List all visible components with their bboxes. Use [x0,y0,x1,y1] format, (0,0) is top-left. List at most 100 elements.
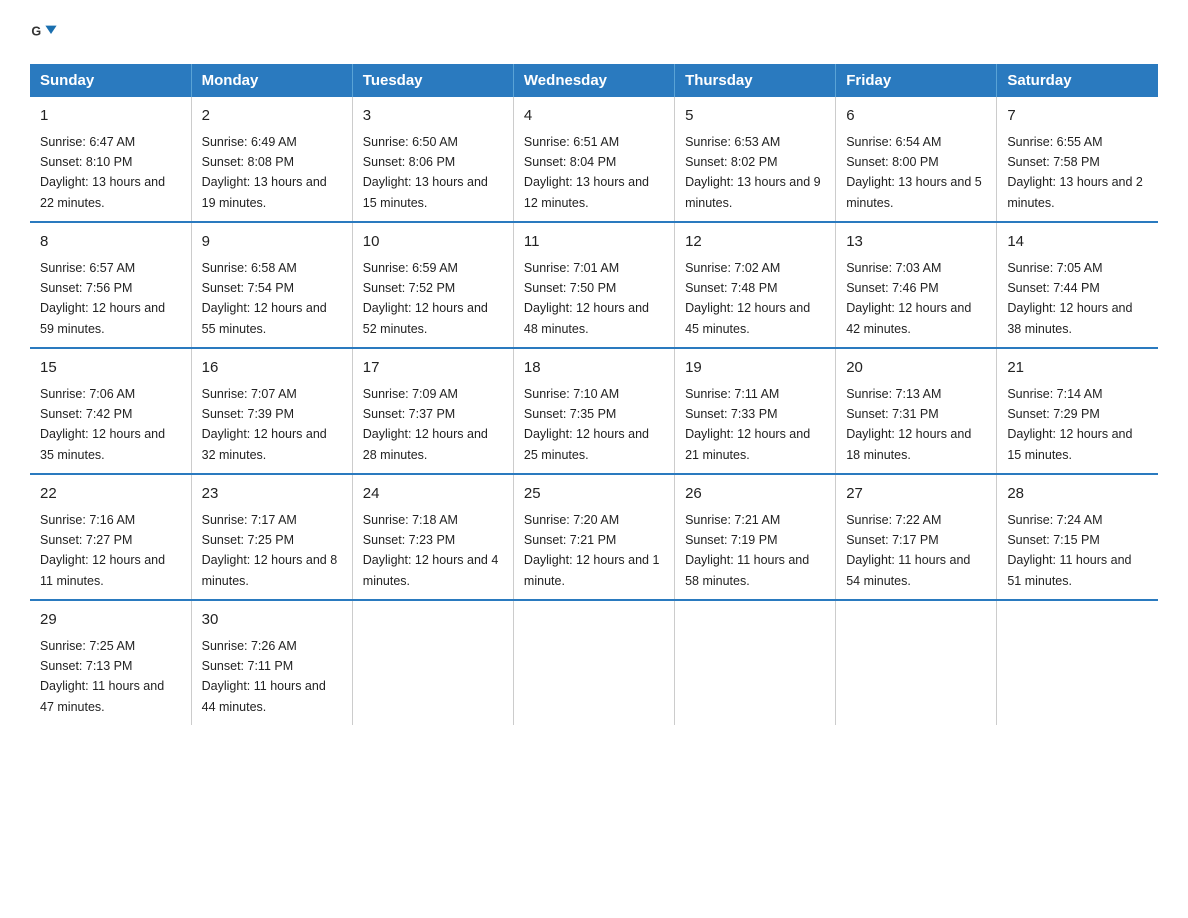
calendar-week-row: 1 Sunrise: 6:47 AMSunset: 8:10 PMDaylight… [30,97,1158,222]
calendar-cell: 2 Sunrise: 6:49 AMSunset: 8:08 PMDaylight… [191,97,352,222]
day-info: Sunrise: 6:53 AMSunset: 8:02 PMDaylight:… [685,135,821,210]
day-number: 3 [363,105,503,128]
day-number: 13 [846,231,986,254]
header-thursday: Thursday [675,64,836,97]
day-number: 26 [685,483,825,506]
day-info: Sunrise: 6:55 AMSunset: 7:58 PMDaylight:… [1007,135,1143,210]
calendar-cell [836,600,997,725]
calendar-cell [513,600,674,725]
header-sunday: Sunday [30,64,191,97]
calendar-cell: 3Sunrise: 6:50 AMSunset: 8:06 PMDaylight… [352,97,513,222]
calendar-cell: 30 Sunrise: 7:26 AMSunset: 7:11 PMDayligh… [191,600,352,725]
calendar-cell: 7 Sunrise: 6:55 AMSunset: 7:58 PMDaylight… [997,97,1158,222]
calendar-cell: 24 Sunrise: 7:18 AMSunset: 7:23 PMDayligh… [352,474,513,600]
calendar-cell: 1 Sunrise: 6:47 AMSunset: 8:10 PMDaylight… [30,97,191,222]
day-number: 9 [202,231,342,254]
day-number: 25 [524,483,664,506]
calendar-cell: 10 Sunrise: 6:59 AMSunset: 7:52 PMDayligh… [352,222,513,348]
day-info: Sunrise: 7:06 AMSunset: 7:42 PMDaylight:… [40,387,165,462]
header-monday: Monday [191,64,352,97]
calendar-table: SundayMondayTuesdayWednesdayThursdayFrid… [30,64,1158,725]
day-number: 29 [40,609,181,632]
calendar-cell: 5Sunrise: 6:53 AMSunset: 8:02 PMDaylight… [675,97,836,222]
day-number: 19 [685,357,825,380]
calendar-header-row: SundayMondayTuesdayWednesdayThursdayFrid… [30,64,1158,97]
calendar-cell: 4 Sunrise: 6:51 AMSunset: 8:04 PMDaylight… [513,97,674,222]
day-info: Sunrise: 6:59 AMSunset: 7:52 PMDaylight:… [363,261,488,336]
svg-text:G: G [31,24,41,38]
calendar-cell: 8 Sunrise: 6:57 AMSunset: 7:56 PMDaylight… [30,222,191,348]
day-number: 23 [202,483,342,506]
calendar-cell [352,600,513,725]
day-info: Sunrise: 7:13 AMSunset: 7:31 PMDaylight:… [846,387,971,462]
calendar-cell [997,600,1158,725]
calendar-cell: 25 Sunrise: 7:20 AMSunset: 7:21 PMDayligh… [513,474,674,600]
logo: G [30,20,62,48]
day-number: 2 [202,105,342,128]
calendar-cell: 16 Sunrise: 7:07 AMSunset: 7:39 PMDayligh… [191,348,352,474]
day-info: Sunrise: 6:49 AMSunset: 8:08 PMDaylight:… [202,135,327,210]
day-info: Sunrise: 7:24 AMSunset: 7:15 PMDaylight:… [1007,513,1131,588]
calendar-cell: 19 Sunrise: 7:11 AMSunset: 7:33 PMDayligh… [675,348,836,474]
header-wednesday: Wednesday [513,64,674,97]
day-info: Sunrise: 7:10 AMSunset: 7:35 PMDaylight:… [524,387,649,462]
calendar-cell: 12 Sunrise: 7:02 AMSunset: 7:48 PMDayligh… [675,222,836,348]
calendar-cell: 20 Sunrise: 7:13 AMSunset: 7:31 PMDayligh… [836,348,997,474]
day-info: Sunrise: 7:18 AMSunset: 7:23 PMDaylight:… [363,513,499,588]
day-info: Sunrise: 7:25 AMSunset: 7:13 PMDaylight:… [40,639,164,714]
day-info: Sunrise: 7:01 AMSunset: 7:50 PMDaylight:… [524,261,649,336]
day-info: Sunrise: 7:07 AMSunset: 7:39 PMDaylight:… [202,387,327,462]
day-info: Sunrise: 7:26 AMSunset: 7:11 PMDaylight:… [202,639,326,714]
day-info: Sunrise: 7:11 AMSunset: 7:33 PMDaylight:… [685,387,810,462]
calendar-cell: 22 Sunrise: 7:16 AMSunset: 7:27 PMDayligh… [30,474,191,600]
day-number: 24 [363,483,503,506]
calendar-cell: 28 Sunrise: 7:24 AMSunset: 7:15 PMDayligh… [997,474,1158,600]
day-number: 28 [1007,483,1148,506]
day-number: 30 [202,609,342,632]
calendar-cell: 13 Sunrise: 7:03 AMSunset: 7:46 PMDayligh… [836,222,997,348]
day-number: 14 [1007,231,1148,254]
day-info: Sunrise: 6:51 AMSunset: 8:04 PMDaylight:… [524,135,649,210]
day-number: 15 [40,357,181,380]
day-info: Sunrise: 7:22 AMSunset: 7:17 PMDaylight:… [846,513,970,588]
day-number: 4 [524,105,664,128]
page-header: G [30,20,1158,48]
calendar-cell: 17 Sunrise: 7:09 AMSunset: 7:37 PMDayligh… [352,348,513,474]
day-info: Sunrise: 6:57 AMSunset: 7:56 PMDaylight:… [40,261,165,336]
calendar-week-row: 15 Sunrise: 7:06 AMSunset: 7:42 PMDayligh… [30,348,1158,474]
logo-icon: G [30,20,58,48]
day-number: 17 [363,357,503,380]
day-info: Sunrise: 7:02 AMSunset: 7:48 PMDaylight:… [685,261,810,336]
day-info: Sunrise: 7:20 AMSunset: 7:21 PMDaylight:… [524,513,660,588]
day-info: Sunrise: 6:47 AMSunset: 8:10 PMDaylight:… [40,135,165,210]
day-info: Sunrise: 7:14 AMSunset: 7:29 PMDaylight:… [1007,387,1132,462]
calendar-cell: 11 Sunrise: 7:01 AMSunset: 7:50 PMDayligh… [513,222,674,348]
day-number: 20 [846,357,986,380]
day-number: 7 [1007,105,1148,128]
day-number: 12 [685,231,825,254]
day-info: Sunrise: 7:16 AMSunset: 7:27 PMDaylight:… [40,513,165,588]
header-saturday: Saturday [997,64,1158,97]
day-number: 6 [846,105,986,128]
day-number: 8 [40,231,181,254]
calendar-cell: 29 Sunrise: 7:25 AMSunset: 7:13 PMDayligh… [30,600,191,725]
day-number: 22 [40,483,181,506]
day-number: 16 [202,357,342,380]
day-info: Sunrise: 7:09 AMSunset: 7:37 PMDaylight:… [363,387,488,462]
calendar-cell: 6Sunrise: 6:54 AMSunset: 8:00 PMDaylight… [836,97,997,222]
day-info: Sunrise: 7:03 AMSunset: 7:46 PMDaylight:… [846,261,971,336]
calendar-week-row: 29 Sunrise: 7:25 AMSunset: 7:13 PMDayligh… [30,600,1158,725]
day-number: 1 [40,105,181,128]
calendar-cell: 14Sunrise: 7:05 AMSunset: 7:44 PMDayligh… [997,222,1158,348]
day-info: Sunrise: 7:17 AMSunset: 7:25 PMDaylight:… [202,513,338,588]
calendar-cell: 23 Sunrise: 7:17 AMSunset: 7:25 PMDayligh… [191,474,352,600]
day-number: 10 [363,231,503,254]
day-number: 27 [846,483,986,506]
calendar-cell: 21 Sunrise: 7:14 AMSunset: 7:29 PMDayligh… [997,348,1158,474]
day-number: 21 [1007,357,1148,380]
day-number: 11 [524,231,664,254]
calendar-cell: 26Sunrise: 7:21 AMSunset: 7:19 PMDayligh… [675,474,836,600]
calendar-cell [675,600,836,725]
day-info: Sunrise: 6:58 AMSunset: 7:54 PMDaylight:… [202,261,327,336]
calendar-cell: 27 Sunrise: 7:22 AMSunset: 7:17 PMDayligh… [836,474,997,600]
